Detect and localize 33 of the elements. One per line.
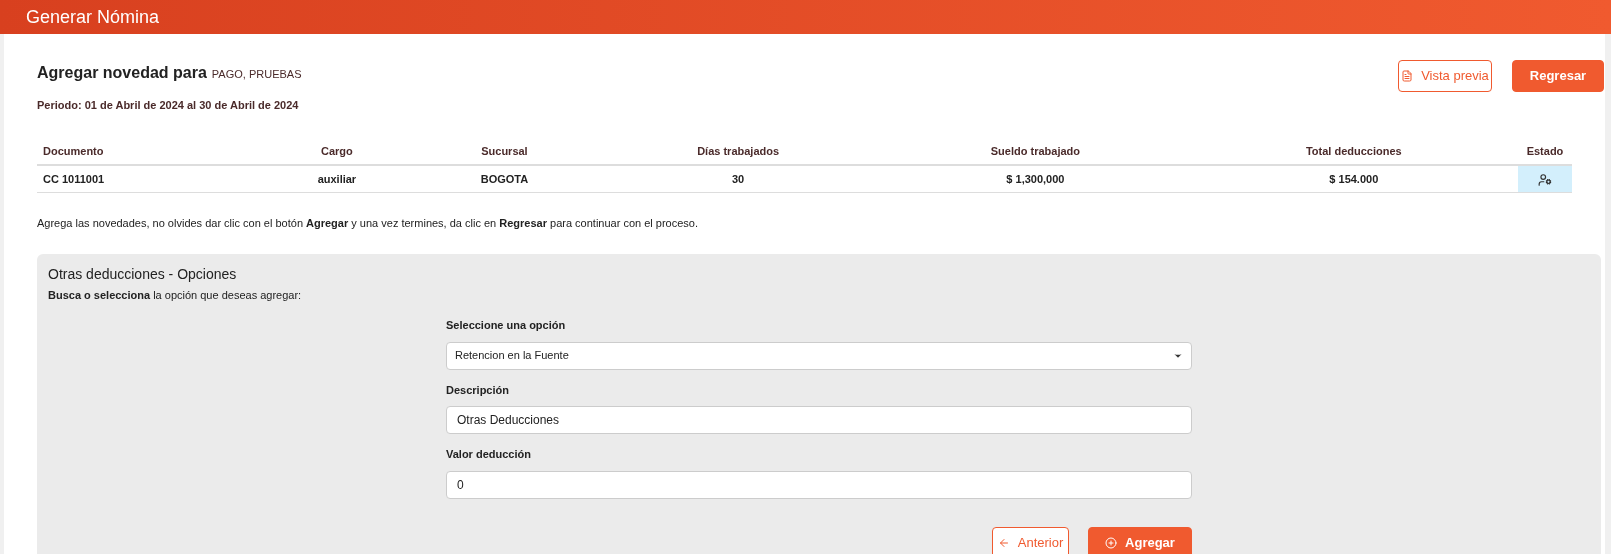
field-label: Valor deducción	[446, 447, 532, 462]
table-cell: 30	[595, 164, 882, 193]
column-header: Documento	[37, 139, 260, 165]
column-header: Cargo	[259, 139, 414, 165]
field-label: Seleccione una opción	[446, 318, 567, 333]
primary-button[interactable]: Agregar	[1088, 526, 1192, 554]
column-header: Sueldo trabajado	[881, 139, 1190, 165]
instructions-text: Agrega las novedades, no olvides dar clic con el botón Agregar y una vez termines, da clic en Regresar para continuar con el proceso.	[37, 216, 699, 231]
table-cell: BOGOTA	[413, 164, 596, 193]
outline-button[interactable]: Anterior	[992, 526, 1069, 554]
panel-hint: Busca o selecciona la opción que deseas agregar:	[48, 287, 303, 303]
employee-name: PAGO, PRUEBAS	[211, 67, 302, 82]
table-cell: $ 1,300,000	[881, 164, 1190, 193]
table-cell: $ 154.000	[1189, 164, 1518, 193]
field-label: Descripción	[446, 382, 510, 398]
table-cell: auxiliar	[259, 164, 414, 193]
select-field[interactable]: Retencion en la Fuente	[446, 341, 1192, 370]
page-title: Generar Nómina	[26, 5, 160, 29]
input-field[interactable]: Otras Deducciones	[446, 406, 1192, 434]
table-cell: CC 1011001	[37, 164, 260, 193]
left-arrow-icon	[997, 536, 1010, 549]
column-header: Total deducciones	[1189, 139, 1518, 165]
column-header: Estado	[1518, 139, 1572, 165]
column-header: Días trabajados	[595, 139, 882, 165]
user-gear-icon[interactable]	[1538, 172, 1552, 187]
plus-icon	[1105, 536, 1118, 549]
section-heading: Agregar novedad para	[37, 63, 207, 83]
period-text: Periodo: 01 de Abril de 2024 al 30 de Abril de 2024	[37, 98, 300, 113]
panel-title: Otras deducciones - Opciones	[48, 264, 238, 284]
input-field[interactable]: 0	[446, 470, 1192, 499]
primary-button[interactable]: Regresar	[1512, 60, 1604, 92]
column-header: Sucursal	[413, 139, 596, 165]
outline-button[interactable]: Vista previa	[1398, 60, 1492, 92]
